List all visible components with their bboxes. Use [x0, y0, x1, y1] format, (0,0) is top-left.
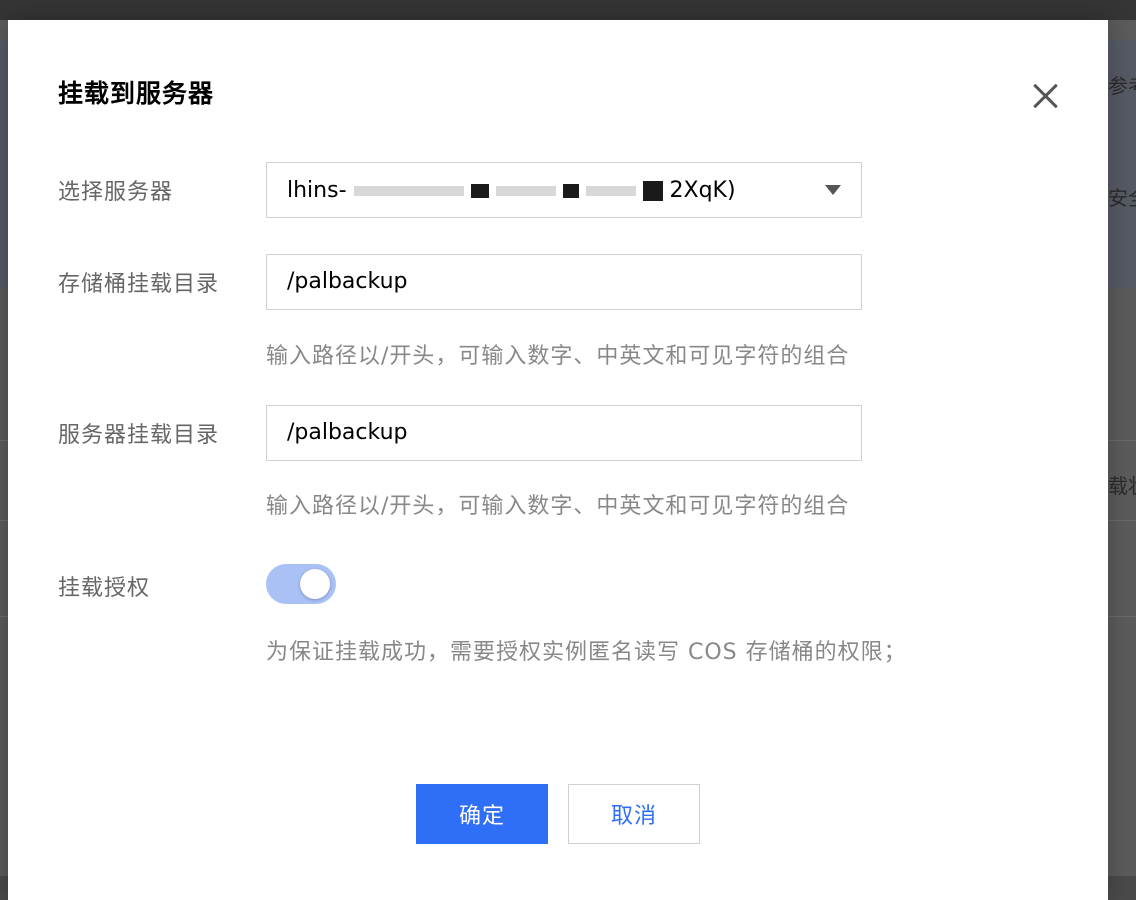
background-text: 载状	[1108, 474, 1136, 498]
bucket-dir-input[interactable]	[266, 254, 862, 310]
redacted-block	[470, 183, 489, 198]
cancel-button[interactable]: 取消	[568, 784, 700, 844]
redacted-block	[585, 185, 636, 196]
bucket-dir-hint: 输入路径以/开头，可输入数字、中英文和可见字符的组合	[266, 344, 850, 369]
server-select-value: lhins- 2XqK)	[287, 178, 813, 203]
redacted-block	[562, 183, 579, 198]
server-value-start: lhins-	[287, 177, 347, 203]
mount-dialog: 挂载到服务器 选择服务器 lhins- 2XqK) 存储桶挂载目录 输入路径以/…	[8, 20, 1108, 900]
authorize-toggle[interactable]	[266, 564, 336, 604]
background-text: 参考	[1108, 74, 1136, 98]
background-topbar	[0, 0, 1136, 20]
confirm-button[interactable]: 确定	[416, 784, 548, 844]
redacted-block	[642, 180, 663, 201]
close-icon[interactable]	[1032, 82, 1060, 110]
server-value-end: 2XqK)	[669, 177, 736, 203]
bucket-dir-label: 存储桶挂载目录	[58, 272, 220, 297]
authorize-hint: 为保证挂载成功，需要授权实例匿名读写 COS 存储桶的权限；	[266, 640, 907, 665]
redacted-block	[353, 185, 464, 196]
server-select[interactable]: lhins- 2XqK)	[266, 162, 862, 218]
server-dir-hint: 输入路径以/开头，可输入数字、中英文和可见字符的组合	[266, 494, 850, 519]
background-text: 安全	[1108, 186, 1136, 210]
server-label: 选择服务器	[58, 180, 174, 205]
server-dir-input[interactable]	[266, 405, 862, 461]
redacted-block	[495, 185, 556, 196]
toggle-knob	[300, 569, 330, 599]
server-dir-label: 服务器挂载目录	[58, 423, 220, 448]
authorize-label: 挂载授权	[58, 576, 151, 601]
dialog-title: 挂载到服务器	[58, 79, 215, 108]
chevron-down-icon	[825, 185, 841, 195]
